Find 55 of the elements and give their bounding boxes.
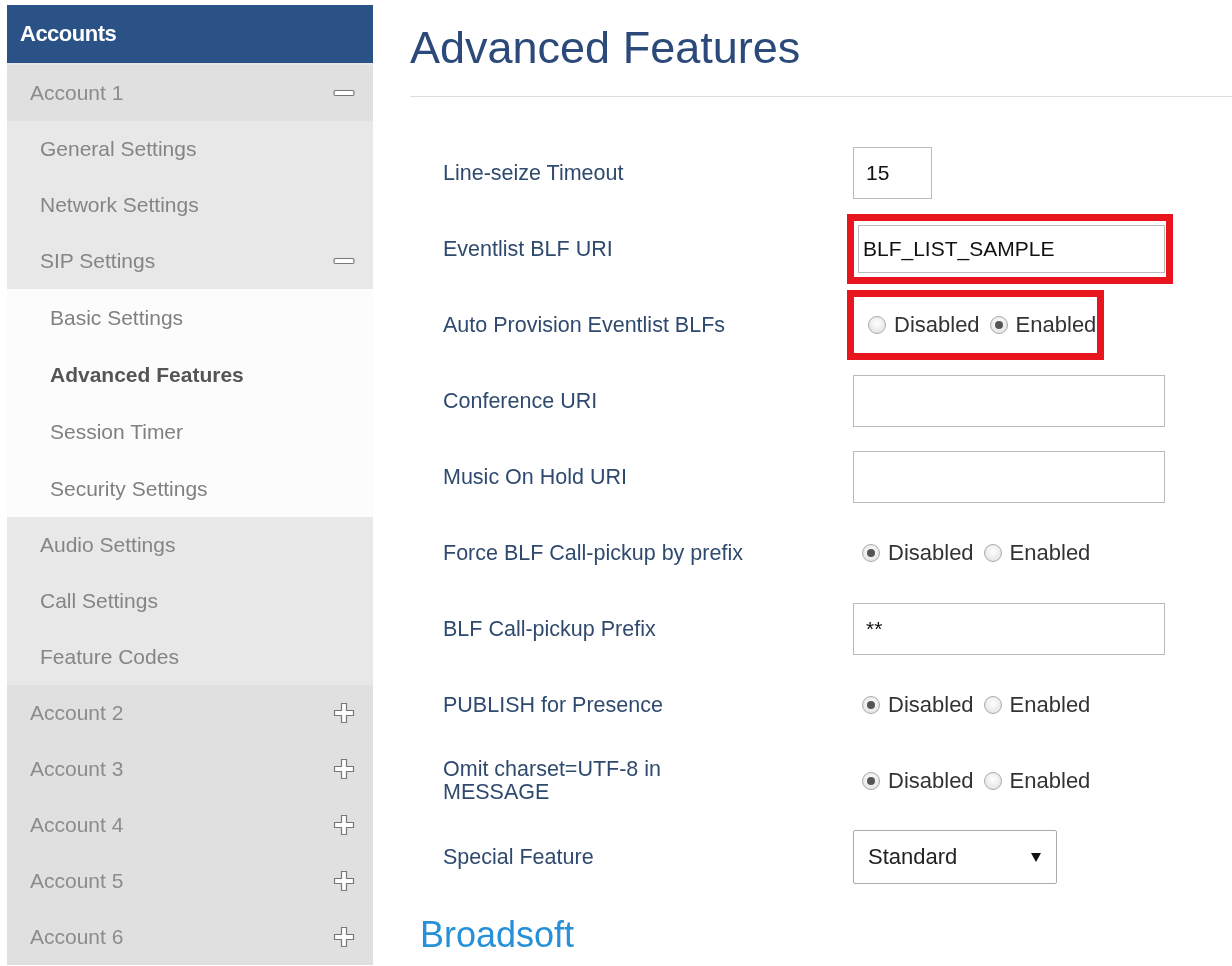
radio-button[interactable] <box>983 544 1002 562</box>
sidebar-item[interactable]: Account 5 <box>7 853 373 909</box>
field-label: PUBLISH for Presence <box>443 693 664 717</box>
radio-label[interactable]: Enabled <box>1009 692 1091 718</box>
field-label: Auto Provision Eventlist BLFs <box>443 313 726 337</box>
radio-button[interactable] <box>862 544 880 562</box>
radio-button[interactable] <box>983 696 1002 714</box>
field-label: Music On Hold URI <box>443 465 628 489</box>
text-field[interactable]: 15 <box>853 147 932 199</box>
expand-icon <box>333 870 355 892</box>
radio-label[interactable]: Enabled <box>1009 540 1091 566</box>
collapse-icon <box>333 89 355 97</box>
expand-icon <box>333 926 355 948</box>
sidebar-item[interactable]: Network Settings <box>7 177 373 233</box>
expand-icon <box>333 758 355 780</box>
sidebar-item[interactable]: General Settings <box>7 121 373 177</box>
field-label: Omit charset=UTF-8 in MESSAGE <box>443 758 663 804</box>
sidebar-item[interactable]: Feature Codes <box>7 629 373 685</box>
field-label: Line-seize Timeout <box>443 161 625 185</box>
page-title: Advanced Features <box>410 25 801 70</box>
radio-button[interactable] <box>983 772 1002 790</box>
expand-icon <box>333 814 355 836</box>
field-label: Eventlist BLF URI <box>443 237 614 261</box>
caret-icon <box>1030 851 1042 863</box>
sidebar-item[interactable]: Account 4 <box>7 797 373 853</box>
sidebar-item[interactable]: Account 3 <box>7 741 373 797</box>
radio-label[interactable]: Disabled <box>888 768 974 794</box>
radio-label[interactable]: Disabled <box>888 692 974 718</box>
sidebar-item[interactable]: SIP Settings <box>7 233 373 289</box>
radio-label[interactable]: Enabled <box>1015 312 1097 338</box>
radio-button[interactable] <box>862 772 880 790</box>
sidebar-item[interactable]: Account 2 <box>7 685 373 741</box>
radio-button[interactable] <box>989 316 1008 334</box>
sidebar-item[interactable]: Account 1 <box>7 65 373 121</box>
field-label: BLF Call-pickup Prefix <box>443 617 657 641</box>
text-field[interactable] <box>853 451 1165 503</box>
dropdown[interactable]: Standard <box>853 830 1057 884</box>
radio-label[interactable]: Disabled <box>894 312 980 338</box>
sidebar-item[interactable]: Audio Settings <box>7 517 373 573</box>
radio-label[interactable]: Enabled <box>1009 768 1091 794</box>
sidebar-item[interactable]: Call Settings <box>7 573 373 629</box>
field-label: Special Feature <box>443 845 595 869</box>
section-heading: Broadsoft <box>420 914 575 955</box>
text-field[interactable] <box>853 375 1165 427</box>
expand-icon <box>333 702 355 724</box>
sidebar-header: Accounts <box>7 5 373 65</box>
text-field[interactable]: ** <box>853 603 1165 655</box>
radio-button[interactable] <box>862 696 880 714</box>
collapse-icon <box>333 257 355 265</box>
field-label: Force BLF Call-pickup by prefix <box>443 541 744 565</box>
radio-button[interactable] <box>868 316 886 334</box>
sidebar-item[interactable]: Account 6 <box>7 909 373 965</box>
text-field[interactable]: BLF_LIST_SAMPLE <box>858 225 1165 273</box>
radio-label[interactable]: Disabled <box>888 540 974 566</box>
field-label: Conference URI <box>443 389 599 413</box>
